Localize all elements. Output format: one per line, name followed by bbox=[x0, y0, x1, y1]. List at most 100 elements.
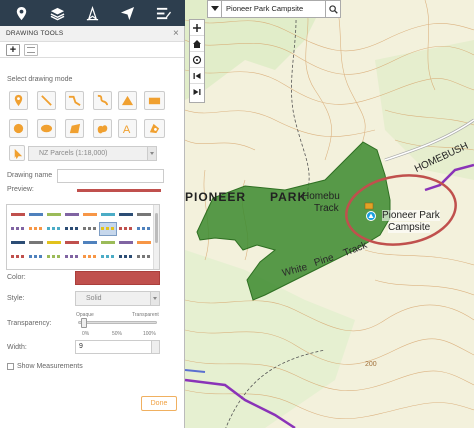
polygon-tool-button[interactable] bbox=[65, 119, 84, 138]
home-icon bbox=[193, 39, 201, 48]
map-label-pioneer: PIONEER bbox=[185, 190, 247, 204]
width-value: 9 bbox=[79, 343, 83, 350]
locate-button[interactable] bbox=[190, 52, 204, 68]
line-style-swatch[interactable] bbox=[101, 241, 115, 244]
text-tool-button[interactable]: A bbox=[118, 119, 137, 138]
layers-icon[interactable] bbox=[47, 3, 67, 23]
scrollbar[interactable] bbox=[153, 205, 159, 269]
line-style-swatch[interactable] bbox=[47, 255, 61, 258]
panel-title: DRAWING TOOLS bbox=[6, 30, 64, 37]
line-style-swatch[interactable] bbox=[29, 227, 43, 230]
polyline-tool-button[interactable] bbox=[65, 91, 84, 110]
style-select[interactable]: Solid bbox=[75, 291, 160, 306]
line-style-swatch[interactable] bbox=[137, 227, 151, 230]
zoom-in-button[interactable] bbox=[190, 20, 204, 36]
color-picker[interactable] bbox=[75, 271, 160, 285]
line-style-swatch[interactable] bbox=[47, 227, 61, 230]
ellipse-tool-button[interactable] bbox=[37, 119, 56, 138]
select-tool-button[interactable] bbox=[9, 145, 25, 161]
parcel-layer-select-value: NZ Parcels (1:18,000) bbox=[39, 150, 108, 157]
line-style-swatch[interactable] bbox=[65, 213, 79, 216]
width-stepper[interactable]: 9 bbox=[75, 340, 160, 354]
drawing-name-input[interactable] bbox=[57, 169, 164, 183]
transparency-slider-track[interactable] bbox=[78, 321, 157, 324]
line-style-swatch[interactable] bbox=[137, 213, 151, 216]
line-style-swatch[interactable] bbox=[119, 213, 133, 216]
search-button[interactable] bbox=[326, 0, 341, 18]
map-search-bar: Pioneer Park Campsite bbox=[207, 0, 354, 18]
line-style-swatch[interactable] bbox=[65, 255, 79, 258]
line-style-swatch[interactable] bbox=[11, 241, 25, 244]
rectangle-tool-button[interactable] bbox=[144, 91, 165, 110]
plus-icon bbox=[193, 23, 201, 32]
back-button[interactable] bbox=[190, 68, 204, 84]
search-icon bbox=[328, 4, 338, 14]
line-style-swatch[interactable] bbox=[83, 241, 97, 244]
line-style-swatch[interactable] bbox=[137, 255, 151, 258]
line-style-swatch[interactable] bbox=[11, 213, 25, 216]
line-style-swatch[interactable] bbox=[65, 227, 79, 230]
polygon-icon bbox=[69, 123, 81, 134]
line-style-swatch[interactable] bbox=[83, 213, 97, 216]
line-style-swatch[interactable] bbox=[119, 241, 133, 244]
line-style-swatch[interactable] bbox=[83, 255, 97, 258]
send-icon[interactable] bbox=[118, 3, 138, 23]
line-style-swatch[interactable] bbox=[65, 241, 79, 244]
style-label: Style: bbox=[7, 295, 25, 302]
width-label: Width: bbox=[7, 344, 27, 351]
marker-icon bbox=[14, 94, 23, 107]
freehand-shape-icon bbox=[97, 125, 108, 134]
preview-line bbox=[77, 189, 161, 192]
map-search-input[interactable]: Pioneer Park Campsite bbox=[222, 0, 326, 18]
area-tool-button[interactable] bbox=[144, 119, 165, 138]
home-button[interactable] bbox=[190, 36, 204, 52]
triangle-icon bbox=[121, 95, 134, 106]
app-root: DRAWING TOOLS × + Select drawing mode A … bbox=[0, 0, 474, 428]
top-toolbar bbox=[0, 0, 185, 26]
line-style-swatch[interactable] bbox=[101, 255, 115, 258]
line-style-swatch[interactable] bbox=[47, 241, 61, 244]
line-style-swatch[interactable] bbox=[29, 241, 43, 244]
topo-map[interactable]: PIONEER PARK Homebu Track HOMEBUSH Pione… bbox=[185, 0, 474, 428]
done-button[interactable]: Done bbox=[141, 396, 177, 411]
area-icon bbox=[149, 123, 160, 134]
line-style-swatch[interactable] bbox=[101, 227, 115, 230]
line-style-swatch[interactable] bbox=[119, 227, 133, 230]
add-drawing-tab[interactable]: + bbox=[6, 44, 20, 56]
triangle-tool-button[interactable] bbox=[118, 91, 137, 110]
search-dropdown-button[interactable] bbox=[207, 0, 222, 18]
line-style-swatch[interactable] bbox=[29, 255, 43, 258]
show-measurements-checkbox[interactable] bbox=[7, 363, 14, 370]
compass-icon[interactable] bbox=[82, 3, 102, 23]
line-style-swatch[interactable] bbox=[83, 227, 97, 230]
line-style-swatch[interactable] bbox=[101, 213, 115, 216]
line-style-swatch[interactable] bbox=[11, 255, 25, 258]
freehand-shape-tool-button[interactable] bbox=[93, 119, 112, 138]
close-icon[interactable]: × bbox=[173, 26, 179, 42]
line-style-swatch[interactable] bbox=[29, 213, 43, 216]
panel-tabs: + bbox=[0, 42, 184, 58]
line-style-swatch[interactable] bbox=[119, 255, 133, 258]
parcel-layer-select[interactable]: NZ Parcels (1:18,000) bbox=[28, 146, 157, 161]
map-label-homebush-track-1: Homebu bbox=[302, 191, 340, 202]
circle-tool-button[interactable] bbox=[9, 119, 28, 138]
drawing-list-tab[interactable] bbox=[24, 44, 38, 56]
marker-tool-button[interactable] bbox=[9, 91, 28, 110]
line-style-swatch[interactable] bbox=[47, 213, 61, 216]
line-tool-button[interactable] bbox=[37, 91, 56, 110]
transparency-slider-handle[interactable] bbox=[81, 318, 87, 328]
forward-button[interactable] bbox=[190, 84, 204, 100]
freehand-line-tool-button[interactable] bbox=[93, 91, 112, 110]
show-measurements-label: Show Measurements bbox=[17, 363, 83, 370]
drawing-name-label: Drawing name bbox=[7, 172, 53, 179]
skip-back-icon bbox=[193, 72, 201, 79]
line-style-list[interactable] bbox=[6, 204, 160, 270]
stepper-arrows-icon[interactable] bbox=[151, 341, 159, 353]
line-style-swatch[interactable] bbox=[11, 227, 25, 230]
line-icon bbox=[41, 95, 52, 106]
map-pin-icon[interactable] bbox=[12, 3, 32, 23]
chevron-down-icon bbox=[150, 292, 159, 305]
select-mode-label: Select drawing mode bbox=[7, 76, 73, 83]
line-style-swatch[interactable] bbox=[137, 241, 151, 244]
menu-edit-icon[interactable] bbox=[153, 3, 173, 23]
